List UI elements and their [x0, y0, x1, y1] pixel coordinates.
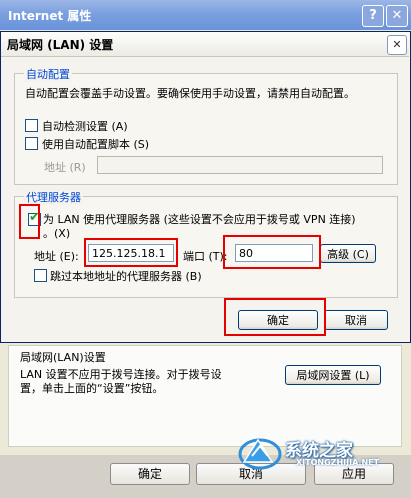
auto-script-checkbox[interactable]: [25, 137, 38, 150]
script-address-label: 地址 (R): [44, 161, 86, 174]
dialog-title: 局域网 (LAN) 设置: [7, 38, 114, 52]
lan-settings-group-title: 局域网(LAN)设置: [18, 349, 108, 365]
outer-ok-button[interactable]: 确定: [110, 463, 190, 485]
highlight-use-proxy-checkbox: [19, 204, 40, 239]
help-button[interactable]: ?: [362, 5, 384, 27]
outer-close-button[interactable]: ✕: [386, 5, 408, 27]
advanced-button[interactable]: 高级 (C): [320, 244, 376, 263]
highlight-proxy-port: [223, 235, 321, 269]
auto-config-description: 自动配置会覆盖手动设置。要确保使用手动设置，请禁用自动配置。: [25, 87, 355, 100]
outer-window-title: Internet 属性: [8, 9, 92, 23]
script-address-input[interactable]: [97, 156, 383, 174]
lan-settings-description: LAN 设置不应用于拨号连接。对于拨号设 置，单击上面的“设置”按钮。: [20, 368, 260, 396]
bypass-local-label[interactable]: 跳过本地地址的代理服务器 (B): [50, 268, 202, 284]
auto-detect-checkbox[interactable]: [25, 119, 38, 132]
proxy-address-label: 地址 (E):: [34, 250, 79, 263]
auto-script-label[interactable]: 使用自动配置脚本 (S): [42, 136, 149, 152]
lan-settings-button[interactable]: 局域网设置 (L): [285, 365, 381, 385]
dialog-cancel-button[interactable]: 取消: [324, 310, 388, 330]
watermark-logo-icon: [238, 438, 282, 470]
bypass-local-checkbox[interactable]: [34, 269, 47, 282]
use-proxy-label-continued[interactable]: 。(X): [43, 225, 70, 241]
dialog-close-button[interactable]: ✕: [387, 35, 407, 55]
proxy-port-label: 端口 (T):: [183, 250, 228, 263]
auto-detect-label[interactable]: 自动检测设置 (A): [42, 118, 128, 134]
use-proxy-label[interactable]: 为 LAN 使用代理服务器 (这些设置不会应用于拨号或 VPN 连接): [43, 211, 356, 227]
highlight-proxy-address: [84, 238, 178, 267]
auto-config-group-title: 自动配置: [24, 66, 72, 82]
highlight-ok-button: [224, 298, 326, 336]
watermark-url: XITONGZHIJIA.NET: [296, 458, 380, 467]
proxy-server-group-title: 代理服务器: [24, 189, 83, 205]
lan-settings-description-line: 置，单击上面的“设置”按钮。: [20, 382, 164, 395]
lan-settings-description-line: LAN 设置不应用于拨号连接。对于拨号设: [20, 368, 222, 381]
